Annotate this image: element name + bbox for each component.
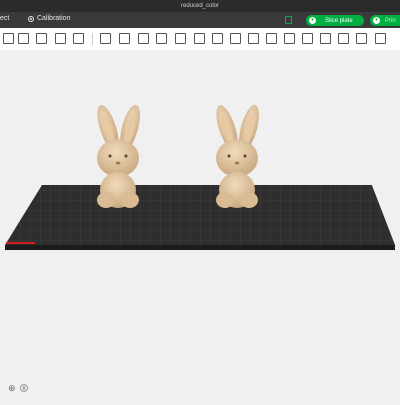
- view-axis-icon[interactable]: ⊕: [8, 383, 16, 394]
- slice-plate-label: Slice plate: [325, 17, 353, 24]
- window-title: reduced_color: [180, 3, 220, 9]
- plate-icon[interactable]: [285, 16, 292, 24]
- print-dropdown-icon[interactable]: ▾: [373, 17, 380, 24]
- toolbar-divider: [92, 33, 93, 45]
- 3d-viewport[interactable]: [0, 50, 400, 400]
- rotate-icon[interactable]: [119, 33, 130, 44]
- split-icon[interactable]: [73, 33, 84, 44]
- add-icon[interactable]: [3, 33, 14, 44]
- slice-plate-button[interactable]: ▾ Slice plate: [306, 15, 364, 26]
- calibration-menu[interactable]: Calibration: [28, 15, 70, 22]
- window-titlebar: reduced_color: [0, 0, 400, 12]
- variable-layer-icon[interactable]: [302, 33, 313, 44]
- mesh-boolean-icon[interactable]: [194, 33, 205, 44]
- seam-icon[interactable]: [338, 33, 349, 44]
- move-icon[interactable]: [100, 33, 111, 44]
- build-plate-scene: [5, 104, 396, 250]
- main-toolbar: [0, 28, 400, 51]
- top-menubar: ect Calibration ▾ Slice plate ▾ Prin: [0, 12, 400, 28]
- paint-support-icon[interactable]: [212, 33, 223, 44]
- print-plate-label: Prin: [385, 17, 396, 24]
- brush-icon[interactable]: [375, 33, 386, 44]
- scale-icon[interactable]: [138, 33, 149, 44]
- print-plate-button[interactable]: ▾ Prin: [370, 15, 400, 26]
- orient-icon[interactable]: [36, 33, 47, 44]
- measure-icon[interactable]: [266, 33, 277, 44]
- badge-count: 8: [20, 384, 28, 392]
- color-paint-icon[interactable]: [230, 33, 241, 44]
- lay-on-face-icon[interactable]: [156, 33, 167, 44]
- slice-dropdown-icon[interactable]: ▾: [309, 17, 316, 24]
- calibration-label: Calibration: [37, 15, 71, 22]
- fuzzy-skin-icon[interactable]: [320, 33, 331, 44]
- calibration-icon: [28, 15, 34, 22]
- support-icon[interactable]: [356, 33, 367, 44]
- assembly-icon[interactable]: [284, 33, 295, 44]
- text-icon[interactable]: [248, 33, 259, 44]
- add-plate-icon[interactable]: [18, 33, 29, 44]
- arrange-icon[interactable]: [55, 33, 66, 44]
- build-plate: [5, 184, 396, 250]
- cut-icon[interactable]: [175, 33, 186, 44]
- project-tab-label[interactable]: ect: [0, 15, 9, 22]
